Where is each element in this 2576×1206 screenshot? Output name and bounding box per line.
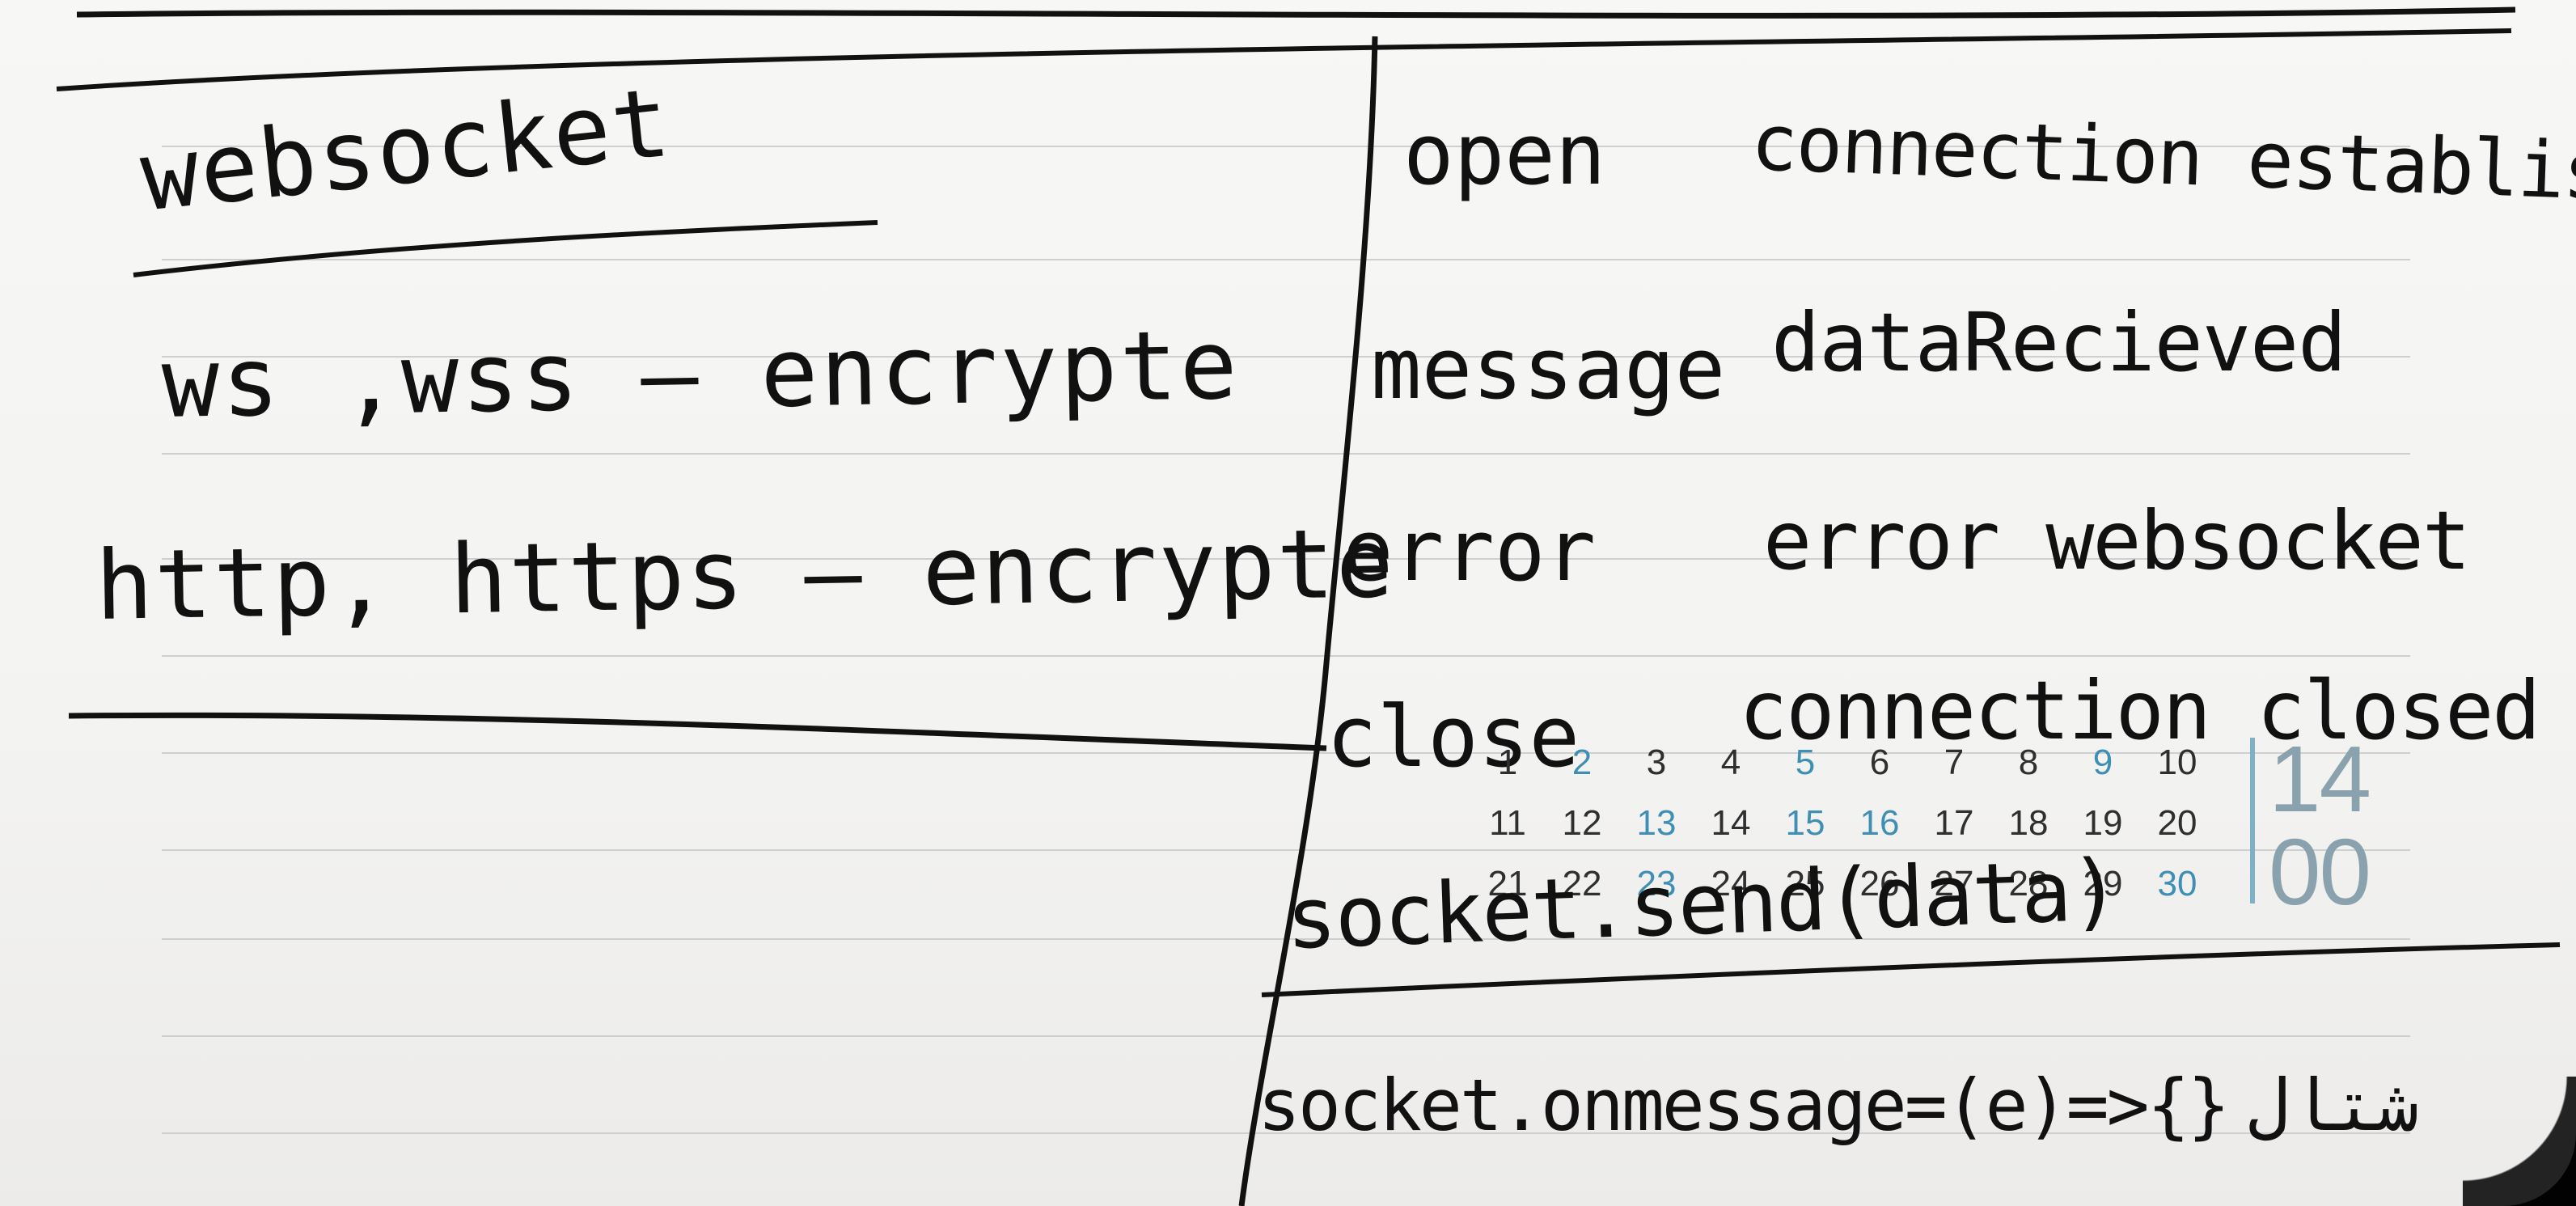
calendar-day: 19 (2083, 803, 2123, 843)
top-edge-line (76, 6, 2516, 19)
calendar-row-2: 11 12 13 14 15 16 17 18 19 20 (1470, 803, 2214, 844)
calendar-day: 1 (1497, 743, 1518, 782)
code-onmessage-text: socket.onmessage=(e)=>{} (1258, 1064, 2231, 1147)
calendar-day: 30 (2157, 864, 2197, 903)
column-divider (1238, 36, 1378, 1206)
calendar-day: 17 (1934, 803, 1974, 843)
event-message-desc: dataRecieved (1771, 295, 2346, 390)
calendar-row-1: 1 2 3 4 5 6 7 8 9 10 (1470, 743, 2214, 783)
calendar-day: 20 (2157, 803, 2197, 843)
protocol-http-line: http, https — encrypte (94, 506, 1396, 641)
calendar-day: 2 (1571, 743, 1593, 782)
calendar-minute: 00 (2269, 819, 2371, 925)
calendar-day: 8 (2018, 743, 2039, 782)
code-socket-onmessage: socket.onmessage=(e)=>{} شتال (1258, 1064, 2422, 1147)
calendar-separator (2250, 738, 2255, 903)
code-onmessage-persian-note: شتال (2247, 1064, 2422, 1147)
calendar-day: 16 (1859, 803, 1900, 843)
calendar-day: 13 (1636, 803, 1677, 843)
calendar-day: 4 (1720, 743, 1741, 782)
protocol-ws-line: ws ,wss — encrypte (160, 308, 1241, 439)
calendar-day: 3 (1646, 743, 1667, 782)
calendar-day: 12 (1562, 803, 1602, 843)
title-underline (133, 220, 878, 277)
calendar-day: 6 (1869, 743, 1890, 782)
notebook-page: websocket ws ,wss — encrypte http, https… (0, 0, 2576, 1206)
calendar-day: 15 (1785, 803, 1825, 843)
event-error-desc: error websocket (1763, 493, 2471, 588)
calendar-day: 5 (1795, 743, 1816, 782)
calendar-day: 18 (2008, 803, 2049, 843)
event-error: error (1343, 501, 1597, 600)
event-open: open (1403, 105, 1606, 204)
calendar-day: 10 (2157, 743, 2197, 782)
event-message: message (1371, 319, 1726, 418)
calendar-day: 7 (1944, 743, 1965, 782)
top-edge-line-2 (56, 28, 2512, 91)
calendar-day: 11 (1489, 803, 1526, 843)
left-section-divider (68, 712, 1327, 751)
calendar-day: 14 (1711, 803, 1751, 843)
calendar-hour: 14 (2269, 726, 2371, 832)
calendar-day: 9 (2092, 743, 2113, 782)
